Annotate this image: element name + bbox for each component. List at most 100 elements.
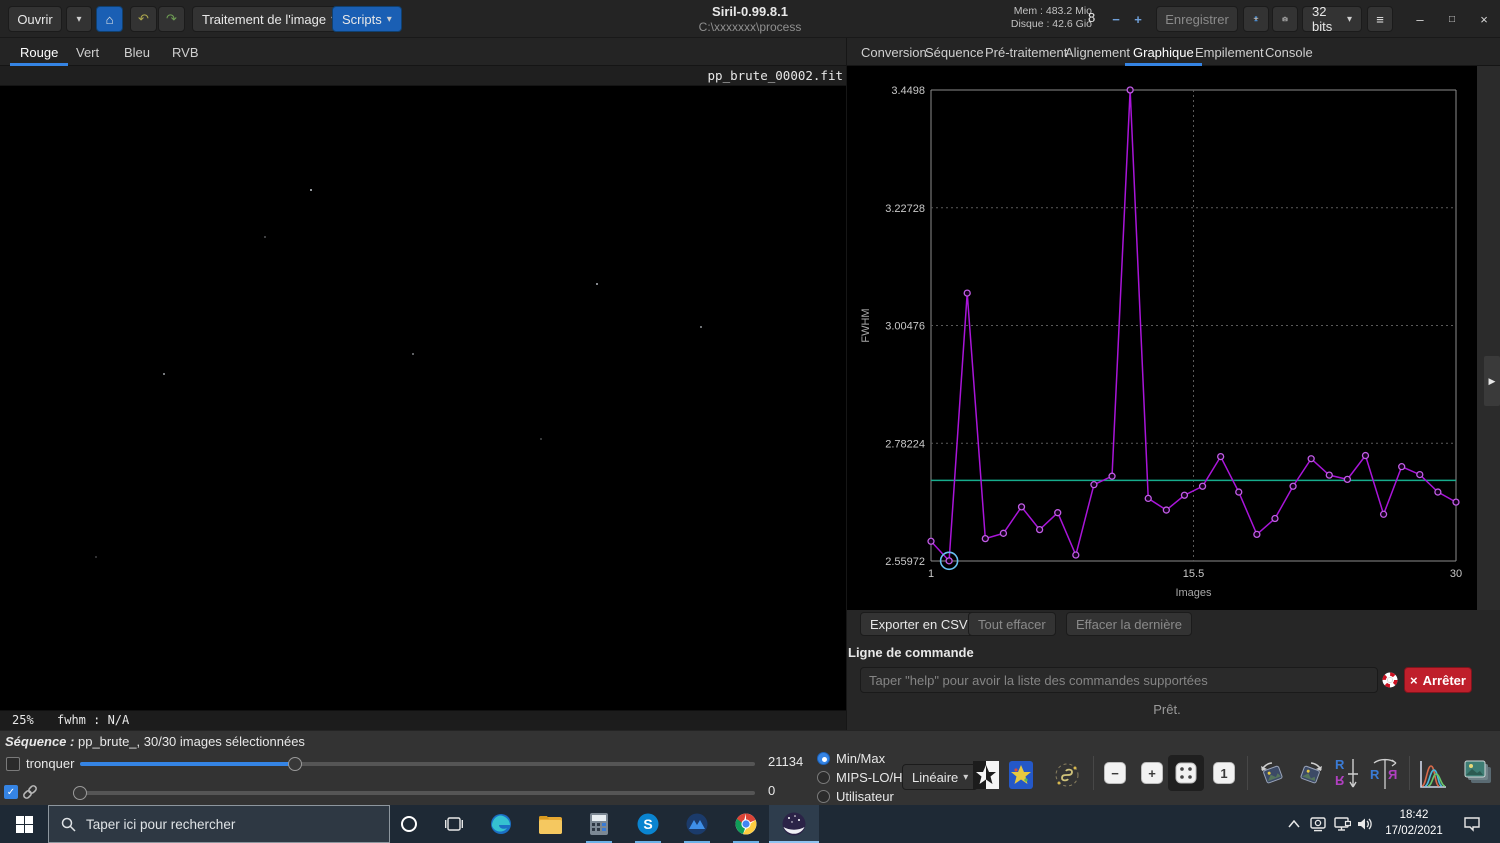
panel-expand-handle[interactable]: ▶ (1484, 356, 1500, 406)
sequence-label: Séquence : (5, 734, 75, 749)
restore-button[interactable]: □ (1438, 6, 1466, 32)
tab-rvb[interactable]: RVB (162, 38, 209, 66)
hamburger-menu-button[interactable]: ≡ (1367, 6, 1393, 32)
rotate-right-button[interactable] (1295, 760, 1325, 790)
clear-last-button: Effacer la dernière (1066, 612, 1192, 636)
flip-v-icon-mirror: R (1335, 773, 1345, 788)
star (700, 326, 702, 328)
spin-minus-button[interactable]: − (1106, 6, 1126, 32)
rotate-left-icon (1261, 762, 1283, 784)
link-checkbox[interactable]: ✓ (4, 785, 18, 799)
tray-cast-button[interactable] (1305, 805, 1331, 843)
save-as-button[interactable] (1243, 6, 1269, 32)
close-button[interactable]: × (1470, 6, 1498, 32)
bit-depth-select[interactable]: 32 bits ▾ (1302, 4, 1362, 34)
radio-mips[interactable] (817, 771, 830, 784)
star (310, 189, 312, 191)
image-stack-icon (1464, 760, 1491, 783)
check-icon: ✓ (6, 786, 16, 798)
disk-status: Disque : 42.6 Gio (1010, 18, 1092, 30)
toolbar-separator (1409, 756, 1410, 790)
toolbar-separator (1247, 756, 1248, 790)
taskbar-chrome[interactable] (722, 805, 770, 843)
command-input[interactable] (860, 667, 1378, 693)
tab-vert[interactable]: Vert (66, 38, 109, 66)
taskbar-explorer[interactable] (526, 805, 574, 843)
tab-console[interactable]: Console (1257, 38, 1321, 66)
image-filename-bar: pp_brute_00002.fit (0, 66, 847, 86)
flip-vertical-button[interactable]: R R (1333, 757, 1361, 793)
lo-slider-thumb[interactable] (73, 786, 87, 800)
network-icon (1334, 817, 1351, 831)
snapshot-button[interactable] (1272, 6, 1298, 32)
taskbar-clock[interactable]: 18:42 17/02/2021 (1378, 807, 1450, 839)
radio-mips-label: MIPS-LO/HI (836, 770, 907, 785)
stop-x-icon: × (1410, 672, 1418, 688)
tray-expand-button[interactable] (1281, 805, 1307, 843)
svg-text:2.78224: 2.78224 (885, 438, 925, 450)
task-view-icon (445, 817, 463, 831)
sequence-list-button[interactable] (1462, 758, 1494, 792)
command-line-label: Ligne de commande (848, 645, 974, 660)
help-button[interactable] (1379, 669, 1401, 691)
taskbar-siril[interactable] (769, 805, 819, 843)
fwhm-readout: fwhm : N/A (57, 713, 130, 727)
zoom-in-icon: + (1148, 765, 1156, 781)
panel-expand-icon: ▶ (1488, 375, 1496, 386)
taskbar-calculator[interactable] (575, 805, 623, 843)
cast-icon (1310, 817, 1326, 832)
fwhm-chart[interactable]: 3.4498 3.22728 3.00476 2.78224 2.559721 15.5 3… (855, 75, 1477, 608)
truncate-checkbox[interactable] (6, 757, 20, 771)
image-processing-menu-button[interactable]: Traitement de l'image▾ (192, 6, 347, 32)
star-detection-button[interactable] (1008, 758, 1034, 792)
stop-button[interactable]: × Arrêter (1404, 667, 1472, 693)
flip-v-icon: R (1335, 757, 1345, 772)
taskbar-edge[interactable] (477, 805, 525, 843)
open-dropdown-button[interactable]: ▾ (66, 6, 92, 32)
folder-icon (538, 815, 562, 834)
taskbar-skype[interactable]: S (624, 805, 672, 843)
siril-icon (782, 812, 806, 836)
rotate-left-button[interactable] (1258, 760, 1288, 790)
open-button[interactable]: Ouvrir (8, 6, 62, 32)
minimize-button[interactable]: – (1406, 6, 1434, 32)
zoom-fit-button[interactable] (1168, 755, 1204, 791)
astrometry-button[interactable] (1053, 761, 1081, 789)
radio-utilisateur[interactable] (817, 790, 830, 803)
cortana-button[interactable] (385, 805, 433, 843)
zoom-in-button[interactable]: + (1141, 762, 1163, 784)
home-button[interactable]: ⌂ (96, 6, 123, 32)
restore-icon: □ (1448, 13, 1456, 25)
histogram-button[interactable] (1417, 758, 1449, 792)
scripts-menu-button[interactable]: Scripts ▾ (332, 6, 402, 32)
tab-bleu[interactable]: Bleu (114, 38, 160, 66)
star (540, 438, 542, 440)
lo-slider-track[interactable] (73, 791, 755, 795)
flip-horizontal-button[interactable]: R Я (1370, 757, 1400, 793)
negative-view-button[interactable] (972, 758, 1000, 792)
chevron-down-icon: ▾ (386, 13, 392, 25)
spin-plus-button[interactable]: + (1128, 6, 1148, 32)
hi-slider-thumb[interactable] (288, 757, 302, 771)
tray-volume-button[interactable] (1352, 805, 1378, 843)
radio-minmax[interactable] (817, 752, 830, 765)
taskbar-search[interactable]: Taper ici pour rechercher (48, 805, 390, 843)
redo-button[interactable]: ↷ (158, 6, 185, 32)
undo-button[interactable]: ↶ (130, 6, 157, 32)
zoom-fit-icon (1175, 762, 1197, 784)
chevron-up-icon (1288, 820, 1300, 828)
start-button[interactable] (0, 805, 48, 843)
image-canvas[interactable] (0, 86, 847, 710)
svg-text:S: S (643, 816, 652, 832)
export-csv-button[interactable]: Exporter en CSV (860, 612, 978, 636)
speaker-icon (1358, 818, 1372, 830)
zoom-one-icon: 1 (1220, 765, 1228, 781)
clear-all-button: Tout effacer (968, 612, 1056, 636)
task-view-button[interactable] (430, 805, 478, 843)
scale-select[interactable]: Linéaire ▾ (902, 764, 979, 790)
taskbar-nordvpn[interactable] (673, 805, 721, 843)
action-center-button[interactable] (1452, 805, 1492, 843)
zoom-out-button[interactable]: − (1104, 762, 1126, 784)
zoom-one-button[interactable]: 1 (1213, 762, 1235, 784)
tab-rouge[interactable]: Rouge (10, 38, 68, 66)
